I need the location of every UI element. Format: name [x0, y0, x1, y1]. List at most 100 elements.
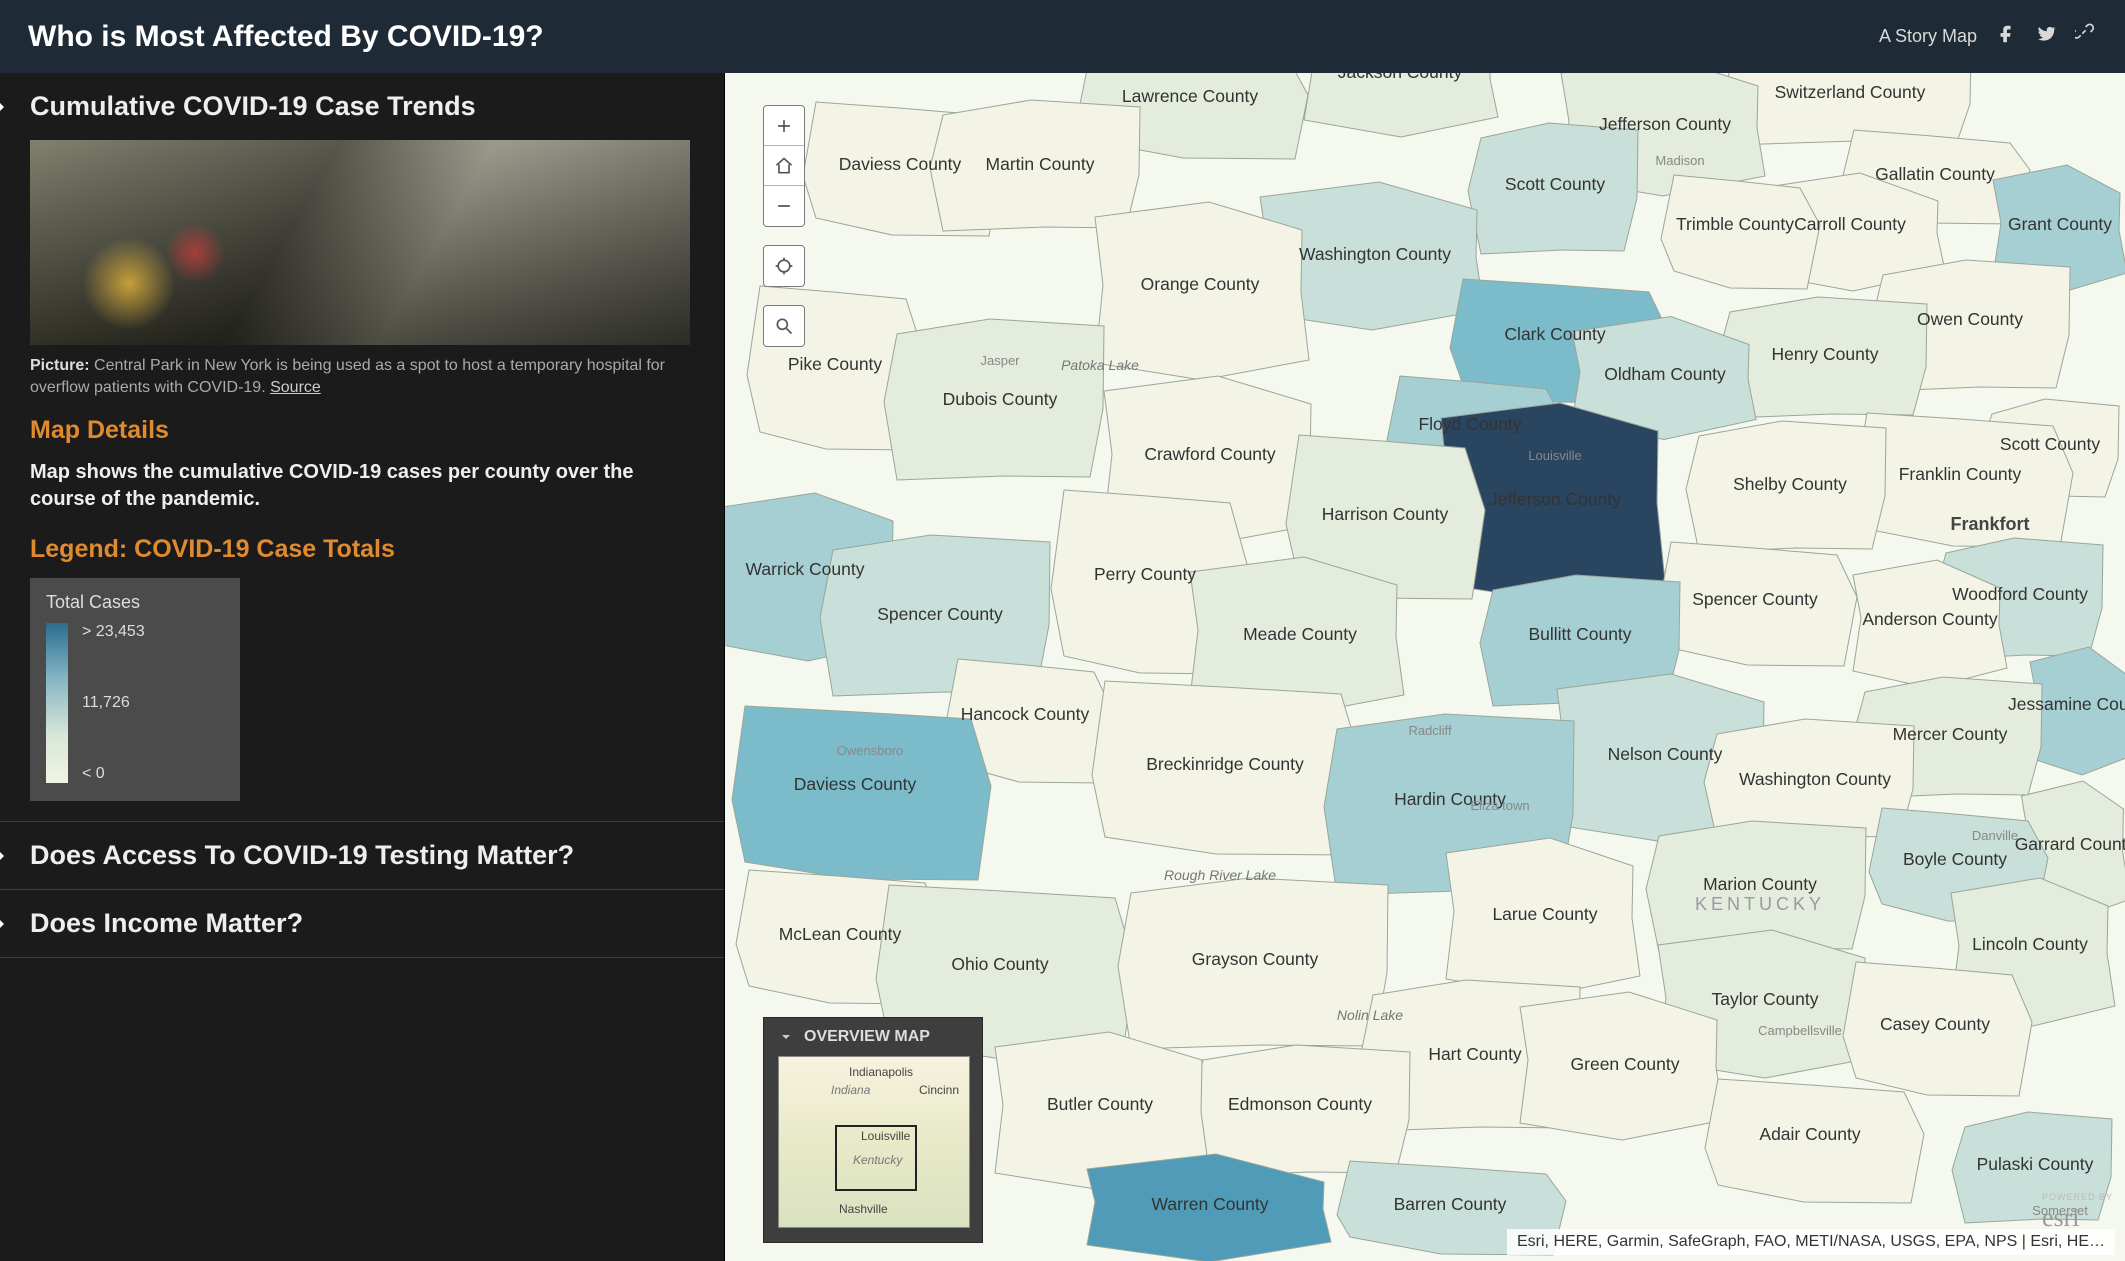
- legend-ticks: > 23,453 11,726 < 0: [82, 623, 145, 783]
- county-label: Pike County: [788, 354, 883, 374]
- county-label: Daviess County: [839, 154, 962, 174]
- powered-by-text: POWERED BY: [2042, 1192, 2113, 1202]
- county-label: Woodford County: [1952, 584, 2088, 604]
- photo-caption: Picture: Central Park in New York is bei…: [30, 355, 694, 398]
- county-label: Henry County: [1772, 344, 1879, 364]
- county-label: Edmonson County: [1228, 1094, 1372, 1114]
- county-label: Green County: [1571, 1054, 1680, 1074]
- county-label: Clark County: [1504, 324, 1605, 344]
- overview-mini-map[interactable]: Indianapolis Indiana Cincinn Louisville …: [778, 1056, 970, 1228]
- county-label: Gallatin County: [1875, 164, 1995, 184]
- county-label: Hart County: [1428, 1044, 1522, 1064]
- section-expand-icon: [0, 93, 4, 121]
- county-label: Breckinridge County: [1146, 754, 1304, 774]
- side-panel: Cumulative COVID-19 Case Trends Picture:…: [0, 73, 725, 1261]
- county-label: Butler County: [1047, 1094, 1153, 1114]
- locate-group: [763, 245, 805, 287]
- map-attribution: Esri, HERE, Garmin, SafeGraph, FAO, METI…: [1507, 1229, 2115, 1255]
- county-label: Scott County: [2000, 434, 2100, 454]
- facebook-icon[interactable]: [1995, 23, 2017, 51]
- section-body: Picture: Central Park in New York is bei…: [0, 140, 724, 821]
- county-label: Ohio County: [951, 954, 1049, 974]
- county-label: Grayson County: [1192, 949, 1319, 969]
- map-viewport[interactable]: Jackson County Lawrence County Switzerland…: [725, 73, 2125, 1261]
- search-button[interactable]: [764, 306, 804, 346]
- county-label: Grant County: [2008, 214, 2112, 234]
- county-label: Oldham County: [1604, 364, 1726, 384]
- county-label: Meade County: [1243, 624, 1357, 644]
- county-label: Daviess County: [794, 774, 917, 794]
- header-right: A Story Map: [1879, 23, 2097, 51]
- legend-heading: Legend: COVID-19 Case Totals: [30, 535, 694, 564]
- legend-gradient: [46, 623, 68, 783]
- section-heading[interactable]: Does Access To COVID-19 Testing Matter?: [0, 822, 724, 889]
- county-label: Franklin County: [1899, 464, 2022, 484]
- county-label: Shelby County: [1733, 474, 1847, 494]
- map-place-label: Louisville: [1528, 448, 1581, 463]
- county-label: Owen County: [1917, 309, 2023, 329]
- home-button[interactable]: [764, 146, 804, 186]
- locate-button[interactable]: [764, 246, 804, 286]
- county-label: McLean County: [779, 924, 902, 944]
- county-label: Lawrence County: [1122, 86, 1258, 106]
- section-heading[interactable]: Cumulative COVID-19 Case Trends: [0, 73, 724, 140]
- county-label: Jessamine County: [2008, 694, 2125, 714]
- county-label: Spencer County: [877, 604, 1003, 624]
- map-place-label: Owensboro: [837, 743, 903, 758]
- county-label: Garrard County: [2015, 834, 2125, 854]
- esri-logo: esri: [2042, 1203, 2080, 1232]
- zoom-in-button[interactable]: [764, 106, 804, 146]
- map-place-label: Patoka Lake: [1061, 357, 1139, 373]
- section-heading[interactable]: Does Income Matter?: [0, 890, 724, 957]
- section-expand-icon: [0, 842, 4, 870]
- map-place-label: Madison: [1655, 153, 1704, 168]
- county-label: Carroll County: [1794, 214, 1906, 234]
- county-label: Dubois County: [943, 389, 1058, 409]
- county-label: Spencer County: [1692, 589, 1818, 609]
- header-bar: Who is Most Affected By COVID-19? A Stor…: [0, 0, 2125, 73]
- ov-label: Indianapolis: [849, 1065, 913, 1079]
- overview-header[interactable]: OVERVIEW MAP: [764, 1018, 982, 1056]
- ov-label: Nashville: [839, 1202, 888, 1216]
- section-title-text: Cumulative COVID-19 Case Trends: [30, 91, 476, 121]
- story-map-label: A Story Map: [1879, 26, 1977, 47]
- county-label: Jackson County: [1338, 73, 1463, 82]
- county-label: Adair County: [1759, 1124, 1860, 1144]
- county-label: Warrick County: [746, 559, 865, 579]
- zoom-out-button[interactable]: [764, 186, 804, 226]
- overview-map-panel: OVERVIEW MAP Indianapolis Indiana Cincin…: [763, 1017, 983, 1243]
- county-label: Orange County: [1141, 274, 1260, 294]
- county-label: Scott County: [1505, 174, 1605, 194]
- county-label: Martin County: [986, 154, 1095, 174]
- county-label: Perry County: [1094, 564, 1196, 584]
- map-place-label: Rough River Lake: [1164, 867, 1276, 883]
- county-label: Lincoln County: [1972, 934, 2088, 954]
- legend-box: Total Cases > 23,453 11,726 < 0: [30, 578, 240, 801]
- county-label: Mercer County: [1893, 724, 2008, 744]
- county-label: Washington County: [1299, 244, 1451, 264]
- link-icon[interactable]: [2075, 23, 2097, 51]
- caption-source-link[interactable]: Source: [270, 379, 321, 396]
- county-label: Casey County: [1880, 1014, 1990, 1034]
- legend-tick-max: > 23,453: [82, 623, 145, 641]
- ov-label: Indiana: [831, 1083, 870, 1097]
- section-title-text: Does Access To COVID-19 Testing Matter?: [30, 840, 574, 870]
- section-income: Does Income Matter?: [0, 890, 724, 958]
- map-place-label: Radcliff: [1408, 723, 1452, 738]
- county-label: Warren County: [1151, 1194, 1268, 1214]
- county-label: Harrison County: [1322, 504, 1449, 524]
- county-label: Switzerland County: [1775, 82, 1926, 102]
- ov-label: Kentucky: [853, 1153, 902, 1167]
- county-label: Pulaski County: [1977, 1154, 2094, 1174]
- map-place-label: Eliza town: [1470, 798, 1529, 813]
- legend-tick-mid: 11,726: [82, 694, 145, 712]
- county-polygon[interactable]: [1304, 73, 1498, 137]
- county-label: Nelson County: [1608, 744, 1723, 764]
- zoom-group: [763, 105, 805, 227]
- section-cumulative-trends: Cumulative COVID-19 Case Trends Picture:…: [0, 73, 724, 822]
- twitter-icon[interactable]: [2035, 23, 2057, 51]
- chevron-down-icon: [778, 1029, 794, 1045]
- county-label: Boyle County: [1903, 849, 2007, 869]
- map-controls: [763, 105, 805, 347]
- county-label: Taylor County: [1712, 989, 1819, 1009]
